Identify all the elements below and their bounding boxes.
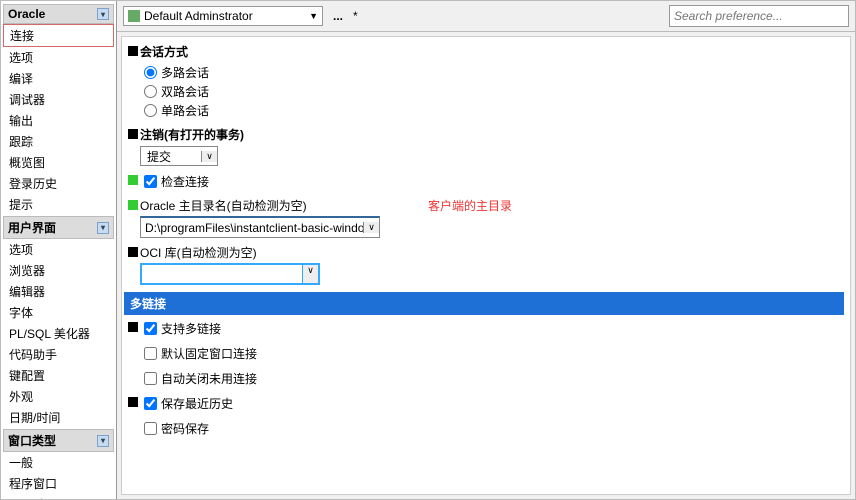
multi-checkbox[interactable] (144, 372, 157, 385)
multi-label: 默认固定窗口连接 (161, 345, 257, 362)
sidebar-item[interactable]: 外观 (3, 386, 114, 407)
group-marker-icon (128, 322, 138, 332)
logoff-value: 提交 (141, 148, 201, 165)
session-mode-group: 会话方式 多路会话双路会话单路会话 (128, 43, 840, 120)
session-radio[interactable] (144, 85, 157, 98)
session-radio[interactable] (144, 66, 157, 79)
session-radio-row[interactable]: 双路会话 (140, 82, 840, 101)
session-title: 会话方式 (140, 43, 840, 60)
collapse-icon: ▾ (97, 435, 109, 447)
multi-check-row[interactable]: 保存最近历史 (140, 394, 840, 413)
sidebar-item[interactable]: 键配置 (3, 365, 114, 386)
chevron-down-icon[interactable]: ∨ (363, 222, 379, 233)
sidebar-category[interactable]: 用户界面▾ (3, 216, 114, 239)
check-conn-group: 检查连接 (128, 172, 840, 191)
check-conn-checkbox[interactable] (144, 175, 157, 188)
collapse-icon: ▾ (97, 8, 109, 20)
multi-check-row[interactable]: 支持多链接 (140, 319, 840, 338)
logoff-combo[interactable]: 提交 ∨ (140, 146, 218, 166)
multi-label: 保存最近历史 (161, 395, 233, 412)
sidebar-item[interactable]: 登录历史 (3, 173, 114, 194)
sidebar-item[interactable]: 选项 (3, 47, 114, 68)
chevron-down-icon[interactable]: ∨ (302, 265, 318, 283)
sidebar-category[interactable]: 窗口类型▾ (3, 429, 114, 452)
sidebar: Oracle▾连接选项编译调试器输出跟踪概览图登录历史提示用户界面▾选项浏览器编… (1, 1, 117, 499)
session-radio-label: 多路会话 (161, 64, 209, 81)
multi-item-group: 保存最近历史 (128, 394, 840, 413)
group-marker-icon (128, 46, 138, 56)
profile-selector[interactable]: Default Adminstrator ▼ (123, 6, 323, 26)
session-radio-row[interactable]: 多路会话 (140, 63, 840, 82)
oci-group: OCI 库(自动检测为空) ∨ (128, 244, 840, 286)
multi-item-group: 支持多链接 (128, 319, 840, 338)
main-panel: Default Adminstrator ▼ ... * 会话方式 多路会话双路… (117, 1, 855, 499)
multi-label: 支持多链接 (161, 320, 221, 337)
oci-title: OCI 库(自动检测为空) (140, 244, 840, 261)
check-conn-label: 检查连接 (161, 173, 209, 190)
sidebar-item[interactable]: 程序窗口 (3, 473, 114, 494)
sidebar-item[interactable]: 跟踪 (3, 131, 114, 152)
sidebar-item[interactable]: PL/SQL 美化器 (3, 323, 114, 344)
search-box (669, 5, 849, 27)
collapse-icon: ▾ (97, 222, 109, 234)
chevron-down-icon: ▼ (309, 11, 318, 21)
sidebar-item[interactable]: 调试器 (3, 89, 114, 110)
oracle-home-group: Oracle 主目录名(自动检测为空) D:\programFiles\inst… (128, 197, 840, 238)
search-input[interactable] (669, 5, 849, 27)
multi-checkbox[interactable] (144, 347, 157, 360)
logoff-group: 注销(有打开的事务) 提交 ∨ (128, 126, 840, 166)
oci-combo[interactable]: ∨ (140, 263, 320, 285)
sidebar-item[interactable]: 编辑器 (3, 281, 114, 302)
settings-content: 会话方式 多路会话双路会话单路会话 注销(有打开的事务) 提交 ∨ 检查连接 O… (121, 36, 851, 495)
session-radio-row[interactable]: 单路会话 (140, 101, 840, 120)
multi-label: 自动关闭未用连接 (161, 370, 257, 387)
sidebar-category[interactable]: Oracle▾ (3, 4, 114, 24)
logoff-title: 注销(有打开的事务) (140, 126, 840, 143)
oci-value (142, 265, 302, 283)
sidebar-item[interactable]: 代码助手 (3, 344, 114, 365)
sidebar-item[interactable]: 字体 (3, 302, 114, 323)
cube-icon (128, 10, 140, 22)
chevron-down-icon[interactable]: ∨ (201, 151, 217, 162)
oracle-home-combo[interactable]: D:\programFiles\instantclient-basic-wind… (140, 216, 380, 238)
profile-label: Default Adminstrator (144, 9, 253, 23)
sidebar-item[interactable]: 浏览器 (3, 260, 114, 281)
group-marker-icon (128, 129, 138, 139)
topbar: Default Adminstrator ▼ ... * (117, 1, 855, 32)
session-radio-label: 双路会话 (161, 83, 209, 100)
sidebar-item[interactable]: 一般 (3, 452, 114, 473)
multi-label: 密码保存 (161, 420, 209, 437)
multi-checkbox[interactable] (144, 422, 157, 435)
sidebar-item[interactable]: 编译 (3, 68, 114, 89)
multi-check-row[interactable]: 密码保存 (140, 419, 840, 438)
profile-more-button[interactable]: ... (329, 9, 347, 23)
multi-checkbox[interactable] (144, 322, 157, 335)
group-marker-icon (128, 397, 138, 407)
sidebar-item[interactable]: SQL 窗口 (3, 494, 114, 499)
group-marker-icon (128, 247, 138, 257)
session-radio[interactable] (144, 104, 157, 117)
sidebar-item[interactable]: 选项 (3, 239, 114, 260)
multi-item-group: 默认固定窗口连接 (128, 344, 840, 363)
multi-check-row[interactable]: 默认固定窗口连接 (140, 344, 840, 363)
multi-checkbox[interactable] (144, 397, 157, 410)
modified-indicator: * (353, 9, 358, 23)
multi-item-group: 密码保存 (128, 419, 840, 438)
oracle-home-value: D:\programFiles\instantclient-basic-wind… (141, 221, 363, 235)
multilink-header: 多链接 (124, 292, 844, 315)
sidebar-item[interactable]: 提示 (3, 194, 114, 215)
group-marker-icon (128, 200, 138, 210)
check-conn-row[interactable]: 检查连接 (140, 172, 840, 191)
annotation-text: 客户端的主目录 (428, 197, 512, 214)
sidebar-item[interactable]: 输出 (3, 110, 114, 131)
multi-item-group: 自动关闭未用连接 (128, 369, 840, 388)
sidebar-item[interactable]: 概览图 (3, 152, 114, 173)
sidebar-item[interactable]: 连接 (3, 24, 114, 47)
group-marker-icon (128, 175, 138, 185)
sidebar-item[interactable]: 日期/时间 (3, 407, 114, 428)
session-radio-label: 单路会话 (161, 102, 209, 119)
multi-check-row[interactable]: 自动关闭未用连接 (140, 369, 840, 388)
